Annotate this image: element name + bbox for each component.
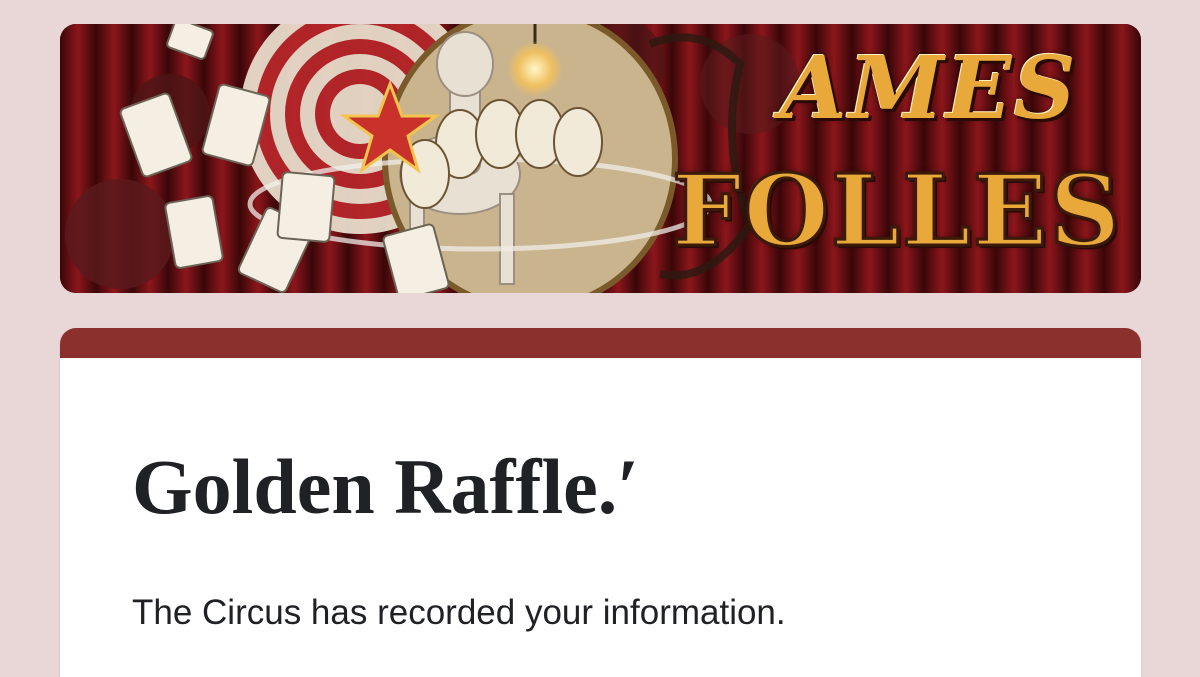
header-banner-image: AMES FOLLES: [60, 24, 1141, 293]
rose-decoration: [65, 179, 175, 289]
card-accent-bar: [60, 328, 1141, 358]
confirmation-card: Golden Raffle.′ The Circus has recorded …: [60, 328, 1141, 677]
light-bulb: [507, 41, 563, 97]
confirmation-message: The Circus has recorded your information…: [132, 593, 786, 632]
form-title: Golden Raffle.′: [132, 443, 640, 530]
form-page: AMES FOLLES Golden Raffle.′ The Circus h…: [0, 0, 1200, 677]
banner-logo-folles: FOLLES: [670, 153, 1123, 271]
banner-logo-ames: AMES: [780, 38, 1078, 139]
